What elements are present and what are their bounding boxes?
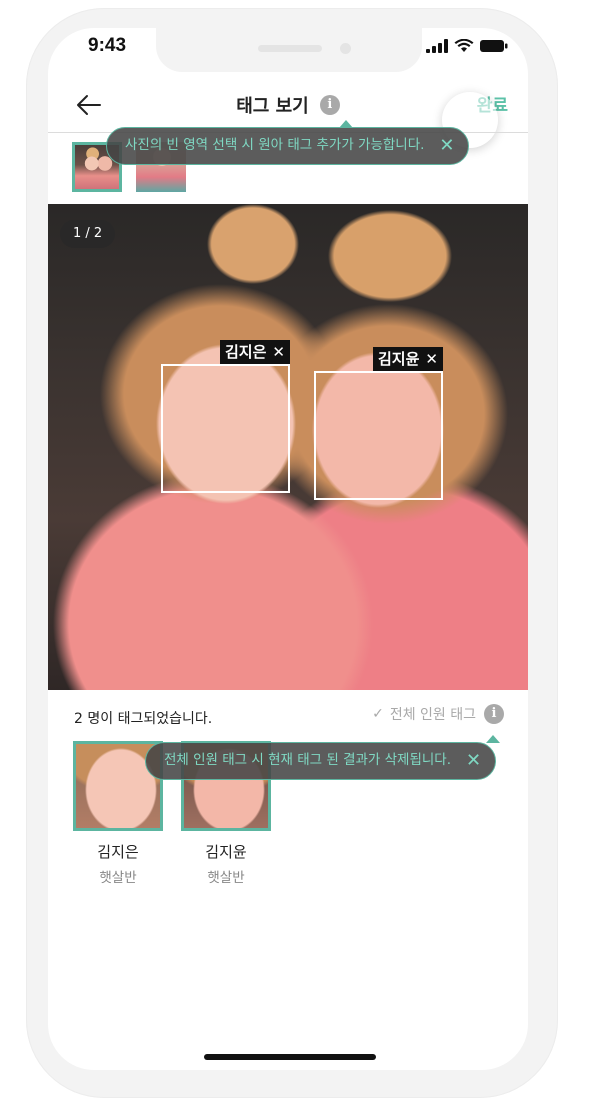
photo-counter: 1 / 2 bbox=[60, 220, 116, 248]
person-name: 김지은 bbox=[97, 843, 139, 861]
page-title: 태그 보기 bbox=[236, 96, 309, 117]
phone-screen: 9:43 태그 보기 i 완료 bbox=[48, 28, 528, 1070]
status-icons bbox=[426, 39, 508, 53]
face-box[interactable] bbox=[314, 371, 443, 500]
person-class: 햇살반 bbox=[207, 870, 245, 886]
tagged-photo[interactable]: 1 / 2 김지은 ✕ 김지윤 ✕ bbox=[48, 204, 528, 690]
remove-tag-icon[interactable]: ✕ bbox=[425, 350, 438, 368]
status-time: 9:43 bbox=[88, 35, 127, 56]
tooltip-text: 사진의 빈 영역 선택 시 원아 태그 추가가 가능합니다. bbox=[125, 137, 425, 153]
tooltip-close-icon[interactable]: ✕ bbox=[466, 743, 481, 778]
tag-all-control[interactable]: ✓ 전체 인원 태그 i bbox=[372, 704, 504, 724]
face-tag-name: 김지은 bbox=[225, 343, 267, 361]
person-name: 김지윤 bbox=[205, 843, 247, 861]
face-tag-label: 김지윤 ✕ bbox=[373, 347, 443, 371]
tag-all-button[interactable]: 전체 인원 태그 bbox=[390, 704, 476, 724]
info-icon[interactable]: i bbox=[484, 704, 504, 724]
face-tag-name: 김지윤 bbox=[378, 350, 420, 368]
home-indicator bbox=[204, 1054, 376, 1060]
wifi-icon bbox=[454, 39, 474, 52]
tooltip-close-icon[interactable]: ✕ bbox=[439, 128, 454, 163]
tag-summary-row: 2 명이 태그되었습니다. ✓ 전체 인원 태그 i bbox=[48, 704, 528, 734]
battery-icon bbox=[480, 40, 508, 52]
add-tag-tooltip: 사진의 빈 영역 선택 시 원아 태그 추가가 가능합니다. ✕ bbox=[106, 120, 470, 165]
info-icon[interactable]: i bbox=[319, 95, 340, 115]
face-box[interactable] bbox=[161, 364, 290, 493]
face-tag-label: 김지은 ✕ bbox=[220, 340, 290, 364]
tag-all-tooltip: 전체 인원 태그 시 현재 태그 된 결과가 삭제됩니다. ✕ bbox=[145, 735, 501, 780]
check-icon: ✓ bbox=[372, 706, 384, 722]
notch bbox=[156, 28, 422, 72]
remove-tag-icon[interactable]: ✕ bbox=[272, 343, 285, 361]
tagged-count: 2 명이 태그되었습니다. bbox=[74, 711, 213, 727]
speaker bbox=[258, 45, 322, 52]
person-class: 햇살반 bbox=[99, 870, 137, 886]
signal-icon bbox=[426, 39, 448, 53]
tooltip-text: 전체 인원 태그 시 현재 태그 된 결과가 삭제됩니다. bbox=[164, 752, 452, 768]
camera bbox=[340, 43, 351, 54]
